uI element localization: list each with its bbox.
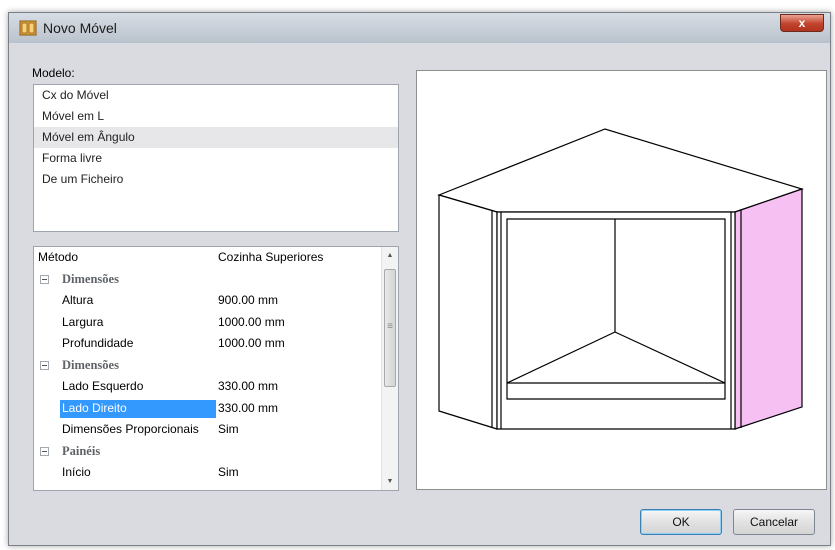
property-scrollbar[interactable]: ▲ ≡ ▼ [381, 247, 398, 490]
model-list-item[interactable]: Móvel em L [34, 106, 398, 127]
app-icon [19, 20, 37, 36]
ok-button[interactable]: OK [640, 509, 722, 535]
cabinet-right-side [734, 188, 803, 430]
close-button[interactable]: x [780, 14, 824, 32]
property-value[interactable]: Sim [218, 419, 239, 441]
property-value: Cozinha Superiores [218, 250, 324, 264]
cabinet-interior [506, 218, 726, 400]
property-value[interactable]: 1000.00 mm [218, 333, 285, 355]
property-row[interactable]: Início Sim [34, 462, 398, 484]
property-row[interactable]: Dimensões Proporcionais Sim [34, 419, 398, 441]
property-row[interactable]: Lado Esquerdo 330.00 mm [34, 376, 398, 398]
property-key: Altura [62, 293, 94, 307]
cabinet-top [437, 128, 804, 213]
scroll-thumb[interactable]: ≡ [384, 269, 396, 387]
collapse-icon[interactable] [40, 360, 49, 370]
property-key: Lado Esquerdo [62, 379, 144, 393]
property-category[interactable]: Dimensões [34, 269, 398, 291]
property-row[interactable]: Altura 900.00 mm [34, 290, 398, 312]
property-category[interactable]: Painéis [34, 441, 398, 463]
modelo-label: Modelo: [32, 66, 75, 80]
model-list-item[interactable]: De um Ficheiro [34, 169, 398, 190]
property-row[interactable]: Profundidade 1000.00 mm [34, 333, 398, 355]
collapse-icon[interactable] [40, 446, 49, 456]
property-category[interactable]: Dimensões [34, 355, 398, 377]
property-key: Lado Direito [62, 400, 127, 415]
category-label: Painéis [62, 443, 101, 458]
close-icon: x [798, 16, 806, 30]
property-value[interactable]: 330.00 mm [218, 398, 278, 420]
category-label: Dimensões [62, 271, 119, 286]
model-list-item[interactable]: Forma livre [34, 148, 398, 169]
scroll-down-arrow-icon[interactable]: ▼ [382, 473, 398, 490]
property-value[interactable]: Sim [218, 462, 239, 484]
property-key: Método [38, 250, 79, 264]
preview-panel [416, 70, 827, 490]
model-list-item[interactable]: Móvel em Ângulo [34, 127, 398, 148]
property-key: Início [62, 465, 91, 479]
cabinet-preview [437, 128, 804, 430]
scroll-grip-icon: ≡ [387, 321, 393, 332]
property-row[interactable]: Largura 1000.00 mm [34, 312, 398, 334]
category-label: Dimensões [62, 357, 119, 372]
title-bar[interactable]: Novo Móvel x [9, 13, 830, 43]
property-key: Profundidade [62, 336, 134, 350]
property-row[interactable]: Lado Direito 330.00 mm [34, 398, 398, 420]
property-key: Largura [62, 314, 104, 329]
collapse-icon[interactable] [40, 274, 49, 284]
property-header-row[interactable]: Método Cozinha Superiores [34, 247, 398, 269]
cabinet-left-side [438, 194, 498, 430]
property-key: Dimensões Proporcionais [62, 422, 199, 436]
model-list[interactable]: Cx do Móvel Móvel em L Móvel em Ângulo Form… [33, 84, 399, 232]
property-grid[interactable]: Método Cozinha Superiores Dimensões Altura 9… [33, 246, 399, 491]
window-title: Novo Móvel [43, 20, 117, 36]
property-value[interactable]: 330.00 mm [218, 376, 278, 398]
cancel-button[interactable]: Cancelar [733, 509, 815, 535]
property-value[interactable]: 1000.00 mm [218, 312, 285, 334]
model-list-item[interactable]: Cx do Móvel [34, 85, 398, 106]
property-value[interactable]: 900.00 mm [218, 290, 278, 312]
scroll-up-arrow-icon[interactable]: ▲ [382, 247, 398, 264]
